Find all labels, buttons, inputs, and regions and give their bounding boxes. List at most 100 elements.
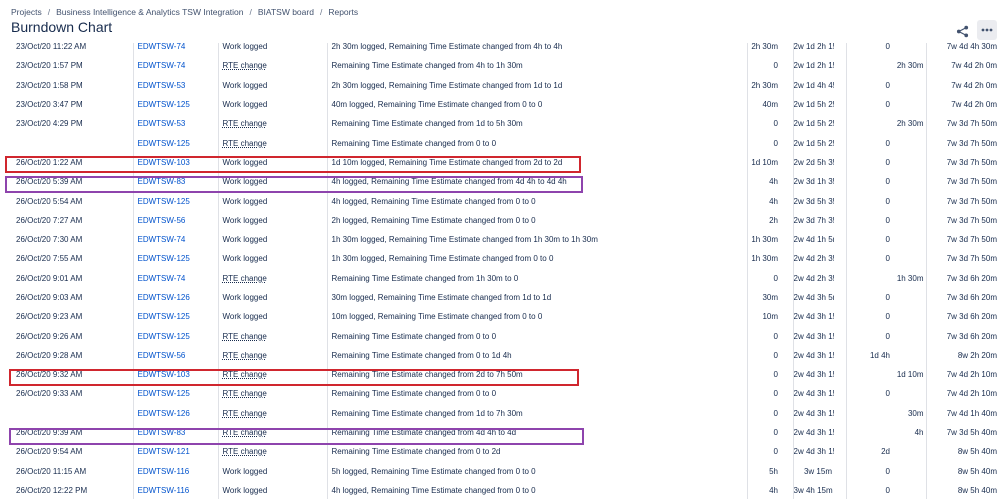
increase-value: 0 xyxy=(845,94,892,115)
event-detail: Remaining Time Estimate changed from 4h … xyxy=(326,56,747,76)
table-row: 26/Oct/20 9:26 AM EDWTSW-125 RTE change Rem… xyxy=(0,326,999,346)
issue-link[interactable]: EDWTSW-125 xyxy=(138,312,190,321)
decrease-value xyxy=(892,230,926,249)
spacer xyxy=(834,230,846,249)
remaining-total: 7w 3d 7h 50m xyxy=(925,210,999,230)
completed-total: 2w 4d 1h 5m xyxy=(792,229,834,250)
more-button[interactable] xyxy=(977,20,997,40)
issue-link[interactable]: EDWTSW-126 xyxy=(138,409,190,418)
issue-link[interactable]: EDWTSW-121 xyxy=(138,447,190,456)
decrease-value xyxy=(892,95,926,114)
spacer xyxy=(780,481,793,499)
issue-link[interactable]: EDWTSW-74 xyxy=(138,274,186,283)
completed-total: 2w 2d 5h 35m xyxy=(792,152,834,173)
table-row: 26/Oct/20 5:54 AM EDWTSW-125 Work logged 4h… xyxy=(0,191,999,211)
spacer xyxy=(780,423,793,442)
issue-link[interactable]: EDWTSW-53 xyxy=(138,81,186,90)
decrease-value xyxy=(892,481,926,499)
remaining-total: 7w 3d 7h 50m xyxy=(925,133,999,153)
table-row: 26/Oct/20 5:39 AM EDWTSW-83 Work logged 4h … xyxy=(0,172,999,192)
increase-value: 1d 4h xyxy=(845,345,892,366)
issue-link[interactable]: EDWTSW-56 xyxy=(138,351,186,360)
event-date: 26/Oct/20 5:54 AM xyxy=(16,196,83,206)
issue-link[interactable]: EDWTSW-116 xyxy=(138,486,190,495)
remaining-total: 7w 3d 6h 20m xyxy=(925,287,999,308)
spacer xyxy=(834,307,846,326)
issue-link[interactable]: EDWTSW-103 xyxy=(138,158,190,167)
event-detail: 2h logged, Remaining Time Estimate chang… xyxy=(326,210,747,230)
breadcrumb: Projects / Business Intelligence & Analyti… xyxy=(11,7,359,17)
spacer xyxy=(834,172,846,191)
time-spent: 4h xyxy=(746,191,780,211)
table-row: 26/Oct/20 11:15 AM EDWTSW-116 Work logged 5… xyxy=(0,461,999,481)
share-button[interactable] xyxy=(951,21,973,41)
time-spent: 4h xyxy=(746,480,780,499)
event-detail: 2h 30m logged, Remaining Time Estimate c… xyxy=(326,75,747,95)
event-date: 26/Oct/20 9:39 AM xyxy=(16,428,83,438)
issue-link[interactable]: EDWTSW-74 xyxy=(138,61,186,70)
completed-total: 2w 4d 2h 35m xyxy=(792,249,834,269)
breadcrumb-project[interactable]: Business Intelligence & Analytics TSW In… xyxy=(56,7,243,17)
spacer xyxy=(780,346,793,365)
event-detail: Remaining Time Estimate changed from 1d … xyxy=(326,114,747,134)
increase-value: 0 xyxy=(845,152,892,173)
spacer xyxy=(780,95,793,114)
increase-value: 0 xyxy=(845,191,892,211)
spacer xyxy=(834,365,846,384)
event-type: Work logged xyxy=(222,100,268,110)
issue-link[interactable]: EDWTSW-83 xyxy=(138,428,186,437)
event-type: RTE change xyxy=(222,138,267,148)
remaining-total: 8w 5h 40m xyxy=(925,480,999,499)
breadcrumb-projects[interactable]: Projects xyxy=(11,7,42,17)
time-spent: 1d 10m xyxy=(746,152,780,173)
issue-link[interactable]: EDWTSW-74 xyxy=(138,43,186,51)
issue-link[interactable]: EDWTSW-125 xyxy=(138,100,190,109)
event-detail: 1d 10m logged, Remaining Time Estimate c… xyxy=(326,152,747,173)
event-date xyxy=(0,133,133,152)
table-row: 26/Oct/20 9:23 AM EDWTSW-125 Work logged 10… xyxy=(0,307,999,327)
issue-link[interactable]: EDWTSW-125 xyxy=(138,332,190,341)
remaining-total: 7w 3d 7h 50m xyxy=(925,191,999,211)
completed-total: 2w 4d 3h 15m xyxy=(792,326,834,346)
table-row: 23/Oct/20 1:57 PM EDWTSW-74 RTE change Rema… xyxy=(0,56,999,76)
increase-value: 0 xyxy=(845,326,892,346)
event-detail: 4h logged, Remaining Time Estimate chang… xyxy=(326,172,747,192)
increase-value xyxy=(845,403,892,423)
decrease-value: 2h 30m xyxy=(896,61,924,71)
time-spent: 0 xyxy=(746,326,780,346)
remaining-total: 7w 3d 5h 40m xyxy=(925,422,999,443)
issue-link[interactable]: EDWTSW-56 xyxy=(138,216,186,225)
event-detail: Remaining Time Estimate changed from 0 t… xyxy=(326,326,747,346)
issue-link[interactable]: EDWTSW-126 xyxy=(138,293,190,302)
event-type: Work logged xyxy=(222,293,268,302)
remaining-total: 7w 4d 2h 0m xyxy=(925,56,999,76)
issue-link[interactable]: EDWTSW-125 xyxy=(138,139,190,148)
breadcrumb-board[interactable]: BIATSW board xyxy=(258,7,314,17)
decrease-value xyxy=(892,191,926,210)
event-type: Work logged xyxy=(222,196,268,206)
issue-link[interactable]: EDWTSW-103 xyxy=(138,370,190,379)
time-spent: 2h 30m xyxy=(746,43,780,57)
time-spent: 5h xyxy=(746,461,780,481)
issue-link[interactable]: EDWTSW-125 xyxy=(138,254,190,263)
table-row: 26/Oct/20 9:03 AM EDWTSW-126 Work logged 30… xyxy=(0,287,999,308)
table-row: EDWTSW-126 RTE change Remaining Time Estim… xyxy=(0,403,999,423)
time-spent: 40m xyxy=(746,94,780,115)
issue-link[interactable]: EDWTSW-125 xyxy=(138,197,190,206)
breadcrumb-reports[interactable]: Reports xyxy=(328,7,358,17)
event-type: RTE change xyxy=(222,119,267,129)
time-spent: 30m xyxy=(746,287,780,308)
issue-link[interactable]: EDWTSW-83 xyxy=(138,177,186,186)
issue-link[interactable]: EDWTSW-53 xyxy=(138,119,186,128)
issue-link[interactable]: EDWTSW-125 xyxy=(138,389,190,398)
table-row: 26/Oct/20 7:55 AM EDWTSW-125 Work logged 1h… xyxy=(0,249,999,269)
issue-link[interactable]: EDWTSW-116 xyxy=(138,467,190,476)
decrease-value xyxy=(892,43,926,56)
increase-value: 0 xyxy=(845,133,892,153)
issue-link[interactable]: EDWTSW-74 xyxy=(138,235,186,244)
spacer xyxy=(834,133,846,152)
event-type: Work logged xyxy=(222,235,268,245)
spacer xyxy=(780,249,793,268)
event-detail: 1h 30m logged, Remaining Time Estimate c… xyxy=(326,249,747,269)
table-row: EDWTSW-125 RTE change Remaining Time Estim… xyxy=(0,133,999,153)
